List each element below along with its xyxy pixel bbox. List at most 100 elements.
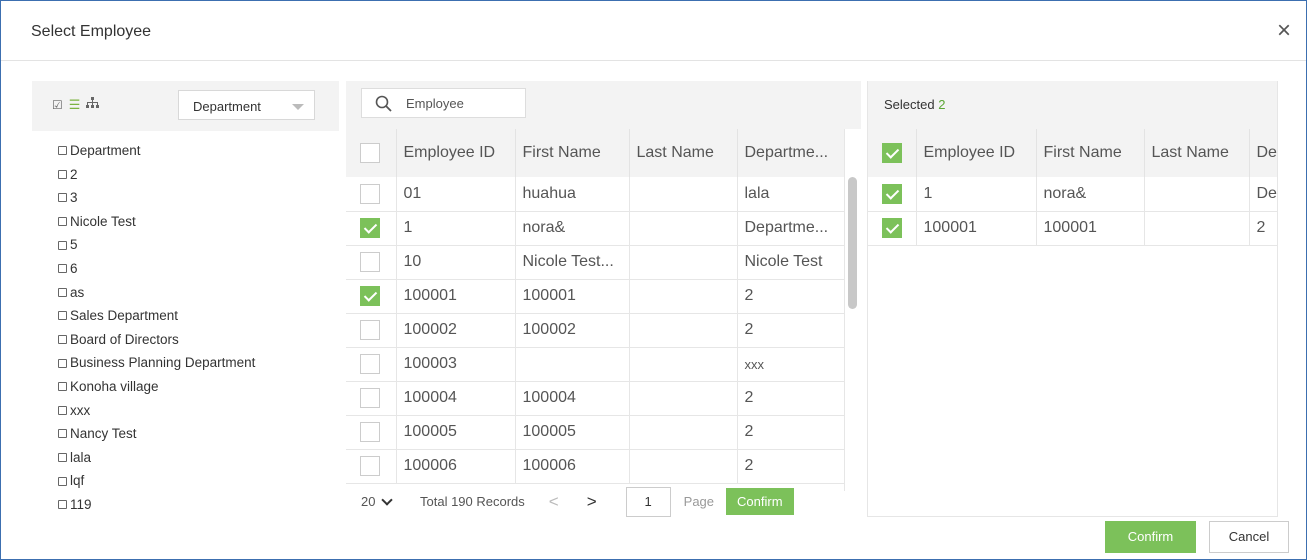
employee-toolbar: Employee (346, 81, 861, 129)
row-checkbox[interactable] (346, 211, 397, 246)
tree-item-checkbox[interactable] (58, 476, 67, 486)
employee-id: 10 (396, 245, 516, 280)
employee-id: 100004 (396, 381, 516, 416)
department: Departme... (737, 211, 845, 246)
tree-item-label: Nancy Test (70, 426, 137, 442)
row-checkbox[interactable] (346, 313, 397, 348)
tree-item[interactable]: Board of Directors (58, 328, 255, 352)
page-confirm-button[interactable]: Confirm (726, 488, 794, 515)
tree-item[interactable]: Konoha village (58, 375, 255, 399)
cancel-button[interactable]: Cancel (1209, 521, 1289, 553)
department-tree-panel: ☑ ☰ Department Department 2 3 Nicole Test 5 6… (32, 81, 339, 517)
table-row[interactable]: 1 nora& Departme... (346, 211, 845, 246)
row-checkbox[interactable] (346, 449, 397, 484)
select-all-checkbox[interactable] (346, 129, 397, 177)
confirm-button[interactable]: Confirm (1105, 521, 1196, 553)
next-page-button[interactable]: > (587, 492, 597, 512)
column-header[interactable]: Departme... (737, 129, 845, 177)
select-employee-dialog: Select Employee × ☑ ☰ Department Departm… (0, 0, 1307, 560)
first-name: 100001 (515, 279, 630, 314)
selected-label: Selected (884, 97, 935, 112)
tree-item-checkbox[interactable] (58, 335, 67, 345)
tree-item-checkbox[interactable] (58, 311, 67, 321)
org-tree-icon[interactable] (86, 97, 100, 112)
tree-item[interactable]: Nicole Test (58, 210, 255, 234)
tree-item[interactable]: Sales Department (58, 304, 255, 328)
tree-item-checkbox[interactable] (58, 264, 67, 274)
tree-item[interactable]: Department (58, 139, 255, 163)
tree-item-checkbox[interactable] (58, 193, 67, 203)
employee-id: 01 (396, 177, 516, 212)
tree-item-checkbox[interactable] (58, 382, 67, 392)
list-icon[interactable]: ☰ (69, 97, 81, 112)
table-row[interactable]: 100004 100004 2 (346, 381, 845, 416)
table-row[interactable]: 1 nora& De (868, 177, 1277, 212)
column-header[interactable]: Employee ID (396, 129, 516, 177)
column-header[interactable]: First Name (515, 129, 630, 177)
table-row[interactable]: 100001 100001 2 (868, 211, 1277, 246)
row-checkbox[interactable] (346, 381, 397, 416)
page-number-input[interactable]: 1 (625, 486, 671, 517)
tree-item-checkbox[interactable] (58, 146, 67, 156)
table-row[interactable]: 100006 100006 2 (346, 449, 845, 484)
tree-item-checkbox[interactable] (58, 453, 67, 463)
tree-item[interactable]: Business Planning Department (58, 351, 255, 375)
tree-item-label: Department (70, 143, 141, 158)
tree-item[interactable]: Nancy Test (58, 422, 255, 446)
last-name (1144, 177, 1250, 212)
column-header[interactable]: De (1249, 129, 1277, 177)
table-row[interactable]: 10 Nicole Test... Nicole Test (346, 245, 845, 280)
tree-item-checkbox[interactable] (58, 217, 67, 227)
tree-item[interactable]: lala (58, 446, 255, 470)
prev-page-button[interactable]: < (549, 492, 559, 512)
tree-item-checkbox[interactable] (58, 240, 67, 250)
table-row[interactable]: 01 huahua lala (346, 177, 845, 212)
column-header[interactable]: Last Name (1144, 129, 1250, 177)
tree-item[interactable]: 2 (58, 163, 255, 187)
column-header[interactable]: Employee ID (916, 129, 1037, 177)
table-row[interactable]: 100005 100005 2 (346, 415, 845, 450)
tree-item[interactable]: 119 (58, 493, 255, 517)
tree-item-label: 5 (70, 237, 78, 253)
employee-id: 100001 (396, 279, 516, 314)
tree-item[interactable]: xxx (58, 399, 255, 423)
select-all-checkbox[interactable] (868, 129, 917, 177)
tree-item-checkbox[interactable] (58, 287, 67, 297)
row-checkbox[interactable] (346, 245, 397, 280)
tree-item[interactable]: 3 (58, 186, 255, 210)
table-row[interactable]: 100002 100002 2 (346, 313, 845, 348)
row-checkbox[interactable] (346, 177, 397, 212)
selected-header: Selected 2 (868, 81, 1277, 129)
row-checkbox[interactable] (346, 279, 397, 314)
row-checkbox[interactable] (868, 177, 917, 212)
tree-item-checkbox[interactable] (58, 358, 67, 368)
department-dropdown[interactable]: Department (178, 90, 315, 120)
tree-item-label: Nicole Test (70, 213, 136, 229)
tree-item[interactable]: 5 (58, 233, 255, 257)
row-checkbox[interactable] (868, 211, 917, 246)
page-size-value: 20 (361, 494, 376, 509)
page-size-select[interactable]: 20 (361, 489, 416, 515)
checkbox-icon[interactable]: ☑ (52, 98, 63, 112)
tree-item-checkbox[interactable] (58, 405, 67, 415)
column-header[interactable]: First Name (1036, 129, 1145, 177)
tree-item-checkbox[interactable] (58, 429, 67, 439)
tree-item[interactable]: as (58, 281, 255, 305)
column-header[interactable]: Last Name (629, 129, 738, 177)
employee-id: 100005 (396, 415, 516, 450)
chevron-down-icon (381, 493, 394, 506)
tree-item[interactable]: 6 (58, 257, 255, 281)
row-checkbox[interactable] (346, 415, 397, 450)
tree-item[interactable]: lqf (58, 469, 255, 493)
table-row[interactable]: 100001 100001 2 (346, 279, 845, 314)
close-icon[interactable]: × (1277, 19, 1291, 43)
table-row[interactable]: 100003 xxx (346, 347, 845, 382)
tree-item-checkbox[interactable] (58, 169, 67, 179)
search-placeholder: Employee (406, 96, 464, 111)
employee-table: Employee ID First Name Last Name Departm… (346, 129, 845, 484)
tree-item-checkbox[interactable] (58, 500, 67, 510)
scrollbar-thumb[interactable] (848, 177, 857, 309)
chevron-down-icon (292, 104, 304, 110)
row-checkbox[interactable] (346, 347, 397, 382)
search-input[interactable]: Employee (361, 88, 526, 118)
